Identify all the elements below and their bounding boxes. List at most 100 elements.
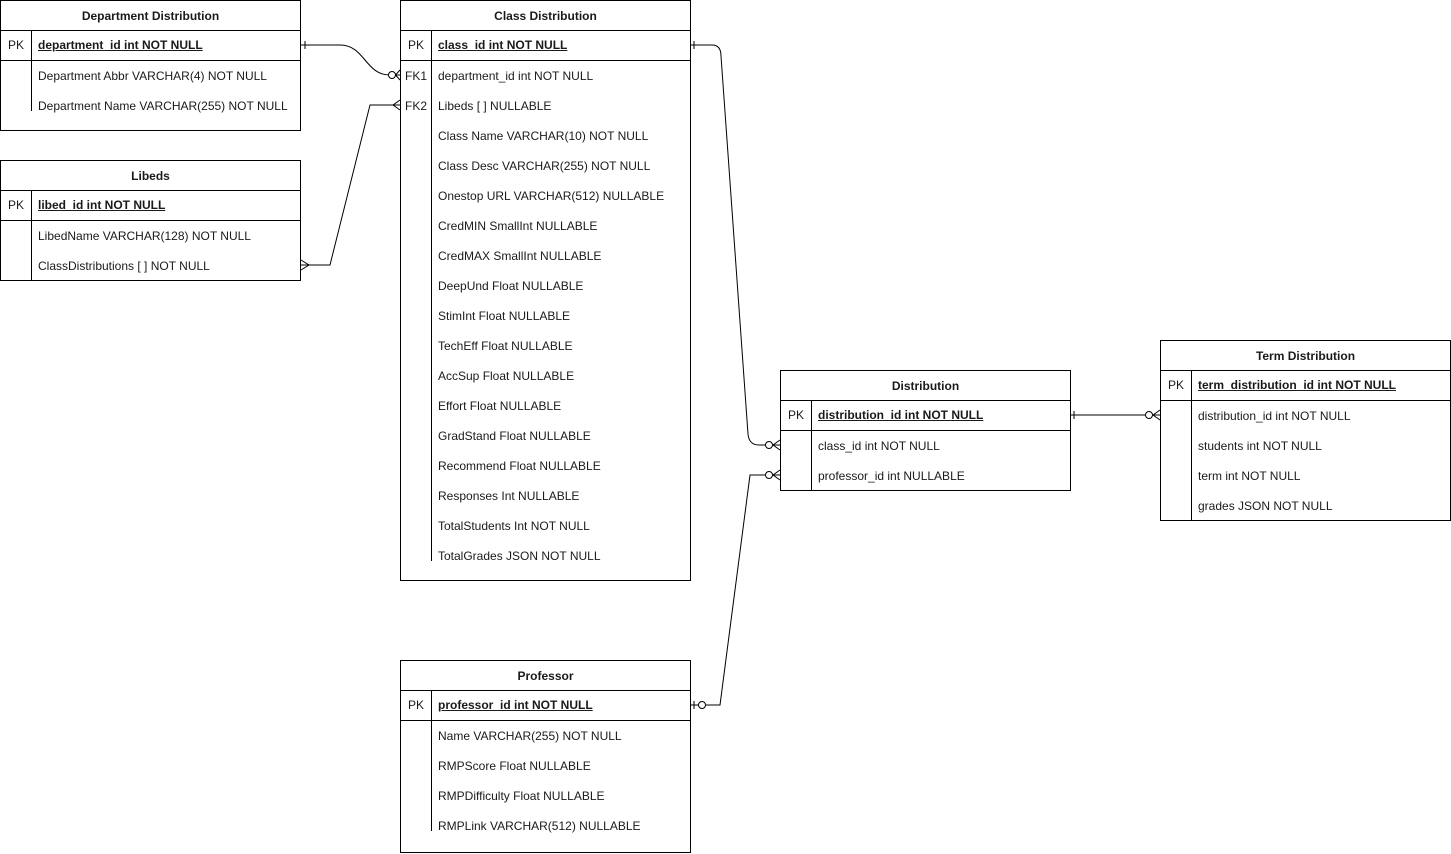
column-divider bbox=[31, 31, 32, 60]
field-list: LibedName VARCHAR(128) NOT NULL ClassDis… bbox=[1, 221, 300, 281]
entity-term-distribution[interactable]: Term Distribution PK term_distribution_i… bbox=[1160, 340, 1451, 521]
entity-distribution[interactable]: Distribution PK distribution_id int NOT … bbox=[780, 370, 1071, 491]
field-name: TotalGrades JSON NOT NULL bbox=[438, 549, 601, 563]
field-list: distribution_id int NOT NULL students in… bbox=[1161, 401, 1450, 521]
field-row: LibedName VARCHAR(128) NOT NULL bbox=[1, 221, 300, 251]
pk-row: PK department_id int NOT NULL bbox=[1, 31, 300, 61]
field-name: Class Name VARCHAR(10) NOT NULL bbox=[438, 129, 649, 143]
connector-line[interactable] bbox=[301, 104, 400, 266]
field-row: TotalStudents Int NOT NULL bbox=[401, 511, 690, 541]
field-row: AccSup Float NULLABLE bbox=[401, 361, 690, 391]
field-row: Effort Float NULLABLE bbox=[401, 391, 690, 421]
field-row: distribution_id int NOT NULL bbox=[1161, 401, 1450, 431]
pk-row: PK libed_id int NOT NULL bbox=[1, 191, 300, 221]
field-name: Department Abbr VARCHAR(4) NOT NULL bbox=[38, 69, 267, 83]
field-name: RMPDifficulty Float NULLABLE bbox=[438, 789, 605, 803]
relationship-distribution-term[interactable] bbox=[1071, 409, 1161, 421]
field-list: Department Abbr VARCHAR(4) NOT NULL Depa… bbox=[1, 61, 300, 121]
field-row: DeepUnd Float NULLABLE bbox=[401, 271, 690, 301]
entity-title: Libeds bbox=[1, 161, 300, 191]
zero-circle-icon bbox=[1145, 411, 1153, 419]
connector-line[interactable] bbox=[691, 44, 768, 446]
field-name: Class Desc VARCHAR(255) NOT NULL bbox=[438, 159, 651, 173]
field-name: Name VARCHAR(255) NOT NULL bbox=[438, 729, 622, 743]
relationship-professor-distribution[interactable] bbox=[691, 469, 781, 709]
field-row: Onestop URL VARCHAR(512) NULLABLE bbox=[401, 181, 690, 211]
relationship-department-class[interactable] bbox=[301, 41, 401, 81]
field-name: StimInt Float NULLABLE bbox=[438, 309, 571, 323]
field-name: distribution_id int NOT NULL bbox=[1198, 409, 1351, 423]
entity-title: Professor bbox=[401, 661, 690, 691]
field-list: class_id int NOT NULL professor_id int N… bbox=[781, 431, 1070, 491]
field-row: Responses Int NULLABLE bbox=[401, 481, 690, 511]
field-name: TotalStudents Int NOT NULL bbox=[438, 519, 590, 533]
field-name: AccSup Float NULLABLE bbox=[438, 369, 575, 383]
relationship-libeds-class[interactable] bbox=[300, 99, 401, 271]
entity-title: Term Distribution bbox=[1161, 341, 1450, 371]
entity-class-distribution[interactable]: Class Distribution PK class_id int NOT N… bbox=[400, 0, 691, 581]
field-name: grades JSON NOT NULL bbox=[1198, 499, 1333, 513]
field-row: CredMAX SmallInt NULLABLE bbox=[401, 241, 690, 271]
field-name: LibedName VARCHAR(128) NOT NULL bbox=[38, 229, 251, 243]
field-row: CredMIN SmallInt NULLABLE bbox=[401, 211, 690, 241]
crows-foot-icon bbox=[772, 469, 781, 481]
crows-foot-icon bbox=[772, 439, 781, 451]
connector-line[interactable] bbox=[691, 474, 765, 706]
entity-libeds[interactable]: Libeds PK libed_id int NOT NULL LibedNam… bbox=[0, 160, 301, 281]
field-row: Class Name VARCHAR(10) NOT NULL bbox=[401, 121, 690, 151]
field-list: FK1 department_id int NOT NULL FK2 Libeds [… bbox=[401, 61, 690, 571]
column-divider bbox=[431, 691, 432, 720]
field-row: RMPScore Float NULLABLE bbox=[401, 751, 690, 781]
pk-row: PK distribution_id int NOT NULL bbox=[781, 401, 1070, 431]
field-row: TechEff Float NULLABLE bbox=[401, 331, 690, 361]
field-name: department_id int NOT NULL bbox=[438, 69, 594, 83]
pk-label: PK bbox=[7, 198, 24, 212]
field-row: FK2 Libeds [ ] NULLABLE bbox=[401, 91, 690, 121]
field-name: professor_id int NULLABLE bbox=[818, 469, 965, 483]
entity-department-distribution[interactable]: Department Distribution PK department_id… bbox=[0, 0, 301, 131]
field-name: term int NOT NULL bbox=[1198, 469, 1301, 483]
field-row: term int NOT NULL bbox=[1161, 461, 1450, 491]
key-label: FK1 bbox=[404, 69, 427, 83]
field-row: StimInt Float NULLABLE bbox=[401, 301, 690, 331]
pk-field: department_id int NOT NULL bbox=[38, 38, 203, 52]
entity-title: Distribution bbox=[781, 371, 1070, 401]
field-row: Department Name VARCHAR(255) NOT NULL bbox=[1, 91, 300, 121]
field-row: students int NOT NULL bbox=[1161, 431, 1450, 461]
field-name: RMPScore Float NULLABLE bbox=[438, 759, 591, 773]
field-row: RMPDifficulty Float NULLABLE bbox=[401, 781, 690, 811]
pk-field: term_distribution_id int NOT NULL bbox=[1198, 378, 1396, 392]
relationship-class-distribution[interactable] bbox=[691, 41, 781, 451]
column-divider bbox=[811, 401, 812, 430]
field-row: professor_id int NULLABLE bbox=[781, 461, 1070, 491]
pk-row: PK class_id int NOT NULL bbox=[401, 31, 690, 61]
field-name: Effort Float NULLABLE bbox=[438, 399, 562, 413]
column-divider bbox=[31, 191, 32, 220]
field-name: students int NOT NULL bbox=[1198, 439, 1322, 453]
field-list: Name VARCHAR(255) NOT NULL RMPScore Floa… bbox=[401, 721, 690, 841]
field-row: Class Desc VARCHAR(255) NOT NULL bbox=[401, 151, 690, 181]
field-row: FK1 department_id int NOT NULL bbox=[401, 61, 690, 91]
field-name: TechEff Float NULLABLE bbox=[438, 339, 573, 353]
pk-label: PK bbox=[1167, 378, 1184, 392]
key-label: FK2 bbox=[404, 99, 427, 113]
field-row: Recommend Float NULLABLE bbox=[401, 451, 690, 481]
connector-line[interactable] bbox=[301, 44, 392, 76]
field-name: CredMIN SmallInt NULLABLE bbox=[438, 219, 598, 233]
field-row: RMPLink VARCHAR(512) NULLABLE bbox=[401, 811, 690, 841]
field-name: Responses Int NULLABLE bbox=[438, 489, 580, 503]
pk-field: distribution_id int NOT NULL bbox=[818, 408, 984, 422]
column-divider bbox=[431, 31, 432, 60]
entity-title: Department Distribution bbox=[1, 1, 300, 31]
field-name: ClassDistributions [ ] NOT NULL bbox=[38, 259, 210, 273]
field-name: class_id int NOT NULL bbox=[818, 439, 940, 453]
field-name: RMPLink VARCHAR(512) NULLABLE bbox=[438, 819, 641, 833]
crows-foot-icon bbox=[1152, 409, 1161, 421]
field-name: DeepUnd Float NULLABLE bbox=[438, 279, 584, 293]
field-row: Name VARCHAR(255) NOT NULL bbox=[401, 721, 690, 751]
pk-label: PK bbox=[407, 38, 424, 52]
pk-label: PK bbox=[407, 698, 424, 712]
field-row: grades JSON NOT NULL bbox=[1161, 491, 1450, 521]
pk-label: PK bbox=[7, 38, 24, 52]
entity-professor[interactable]: Professor PK professor_id int NOT NULL N… bbox=[400, 660, 691, 853]
